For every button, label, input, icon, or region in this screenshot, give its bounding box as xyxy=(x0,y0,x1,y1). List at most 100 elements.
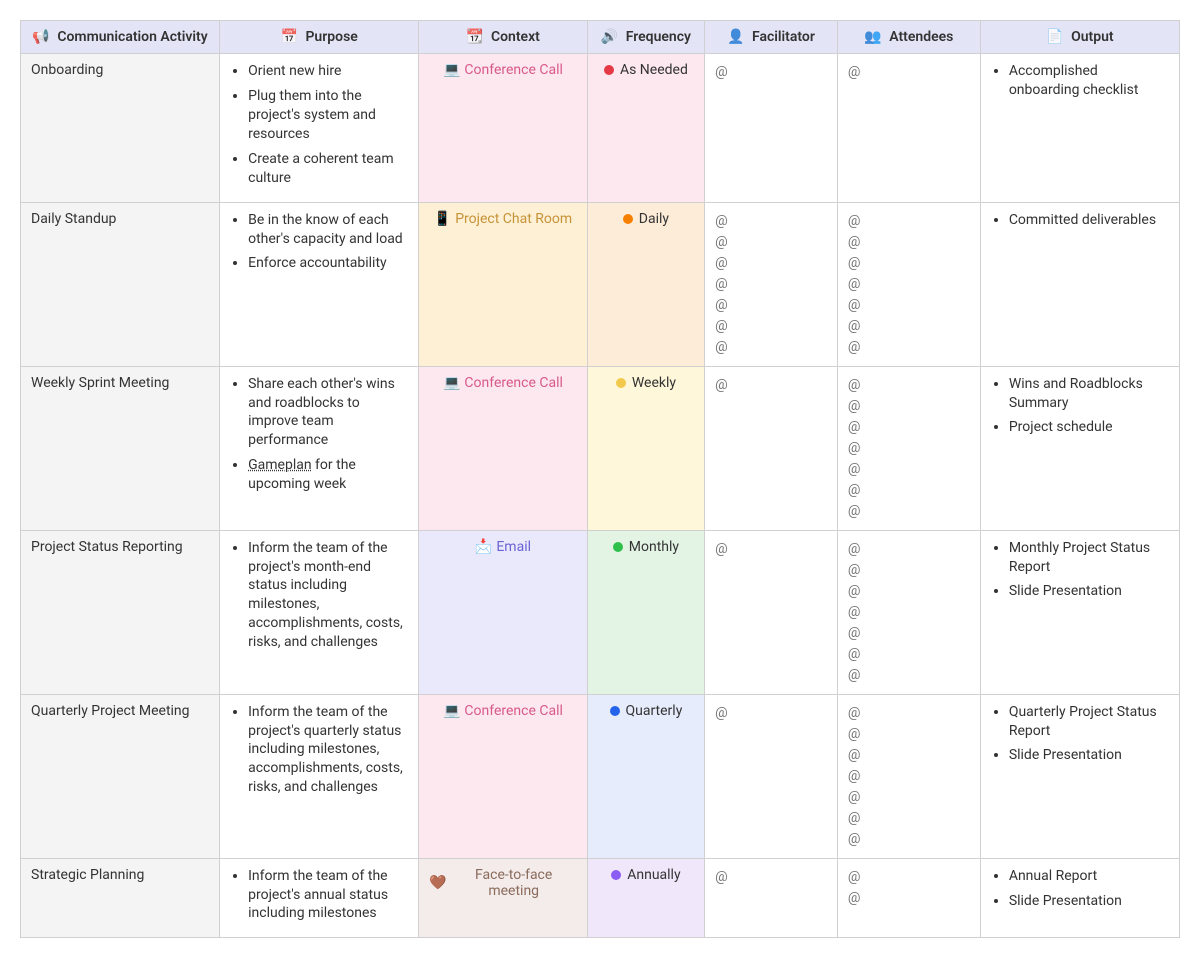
mention-placeholder[interactable]: @ xyxy=(848,808,970,829)
activity-cell[interactable]: Weekly Sprint Meeting xyxy=(21,366,220,530)
output-cell[interactable]: Annual ReportSlide Presentation xyxy=(980,858,1179,938)
mention-placeholder[interactable]: @ xyxy=(848,316,970,337)
mention-placeholder[interactable]: @ xyxy=(848,623,970,644)
mention-placeholder[interactable]: @ xyxy=(848,867,970,888)
table-row: OnboardingOrient new hirePlug them into … xyxy=(21,54,1180,202)
mention-placeholder[interactable]: @ xyxy=(848,766,970,787)
status-dot-icon xyxy=(610,706,620,716)
mention-placeholder[interactable]: @ xyxy=(848,62,970,83)
mention-placeholder[interactable]: @ xyxy=(848,253,970,274)
output-cell[interactable]: Committed deliverables xyxy=(980,202,1179,366)
activity-cell[interactable]: Onboarding xyxy=(21,54,220,202)
mention-placeholder[interactable]: @ xyxy=(715,703,827,724)
mention-placeholder[interactable]: @ xyxy=(848,480,970,501)
mention-placeholder[interactable]: @ xyxy=(848,665,970,686)
context-icon: 💻 xyxy=(443,62,460,78)
purpose-cell[interactable]: Be in the know of each other's capacity … xyxy=(220,202,419,366)
facilitator-cell[interactable]: @ xyxy=(705,366,838,530)
facilitator-cell[interactable]: @@@@@@@ xyxy=(705,202,838,366)
mention-placeholder[interactable]: @ xyxy=(715,539,827,560)
context-cell[interactable]: 💻Conference Call xyxy=(419,366,587,530)
context-cell[interactable]: 💻Conference Call xyxy=(419,694,587,858)
mention-placeholder[interactable]: @ xyxy=(848,459,970,480)
frequency-cell[interactable]: Daily xyxy=(587,202,704,366)
mention-placeholder[interactable]: @ xyxy=(715,232,827,253)
facilitator-cell[interactable]: @ xyxy=(705,530,838,694)
mention-placeholder[interactable]: @ xyxy=(715,375,827,396)
mention-placeholder[interactable]: @ xyxy=(715,337,827,358)
purpose-cell[interactable]: Orient new hirePlug them into the projec… xyxy=(220,54,419,202)
mention-placeholder[interactable]: @ xyxy=(848,375,970,396)
mention-placeholder[interactable]: @ xyxy=(848,274,970,295)
context-icon: 📱 xyxy=(434,211,451,227)
header-output[interactable]: 📄 Output xyxy=(980,21,1179,54)
frequency-cell[interactable]: Weekly xyxy=(587,366,704,530)
mention-placeholder[interactable]: @ xyxy=(715,867,827,888)
mention-placeholder[interactable]: @ xyxy=(848,337,970,358)
mention-placeholder[interactable]: @ xyxy=(848,787,970,808)
purpose-item: Orient new hire xyxy=(248,62,408,81)
mention-placeholder[interactable]: @ xyxy=(848,829,970,850)
mention-placeholder[interactable]: @ xyxy=(848,724,970,745)
mention-placeholder[interactable]: @ xyxy=(848,539,970,560)
attendees-cell[interactable]: @ xyxy=(837,54,980,202)
purpose-cell[interactable]: Share each other's wins and roadblocks t… xyxy=(220,366,419,530)
mention-placeholder[interactable]: @ xyxy=(848,560,970,581)
mention-placeholder[interactable]: @ xyxy=(715,211,827,232)
attendees-cell[interactable]: @@ xyxy=(837,858,980,938)
activity-cell[interactable]: Quarterly Project Meeting xyxy=(21,694,220,858)
mention-placeholder[interactable]: @ xyxy=(848,396,970,417)
context-cell[interactable]: 📩Email xyxy=(419,530,587,694)
mention-placeholder[interactable]: @ xyxy=(848,438,970,459)
output-cell[interactable]: Quarterly Project Status ReportSlide Pre… xyxy=(980,694,1179,858)
context-cell[interactable]: 💻Conference Call xyxy=(419,54,587,202)
header-activity[interactable]: 📢 Communication Activity xyxy=(21,21,220,54)
mention-placeholder[interactable]: @ xyxy=(715,295,827,316)
purpose-cell[interactable]: Inform the team of the project's quarter… xyxy=(220,694,419,858)
mention-placeholder[interactable]: @ xyxy=(848,232,970,253)
output-cell[interactable]: Monthly Project Status ReportSlide Prese… xyxy=(980,530,1179,694)
frequency-cell[interactable]: Monthly xyxy=(587,530,704,694)
status-dot-icon xyxy=(623,214,633,224)
mention-placeholder[interactable]: @ xyxy=(715,253,827,274)
activity-cell[interactable]: Strategic Planning xyxy=(21,858,220,938)
mention-placeholder[interactable]: @ xyxy=(848,888,970,909)
mention-placeholder[interactable]: @ xyxy=(848,581,970,602)
activity-cell[interactable]: Daily Standup xyxy=(21,202,220,366)
context-cell[interactable]: 📱Project Chat Room xyxy=(419,202,587,366)
mention-placeholder[interactable]: @ xyxy=(848,501,970,522)
facilitator-cell[interactable]: @ xyxy=(705,858,838,938)
header-facilitator[interactable]: 👤 Facilitator xyxy=(705,21,838,54)
mention-placeholder[interactable]: @ xyxy=(848,211,970,232)
attendees-cell[interactable]: @@@@@@@ xyxy=(837,530,980,694)
facilitator-cell[interactable]: @ xyxy=(705,694,838,858)
activity-cell[interactable]: Project Status Reporting xyxy=(21,530,220,694)
purpose-cell[interactable]: Inform the team of the project's month-e… xyxy=(220,530,419,694)
header-context[interactable]: 📆 Context xyxy=(419,21,587,54)
mention-placeholder[interactable]: @ xyxy=(715,62,827,83)
table-row: Daily StandupBe in the know of each othe… xyxy=(21,202,1180,366)
mention-placeholder[interactable]: @ xyxy=(848,644,970,665)
header-frequency[interactable]: 🔊 Frequency xyxy=(587,21,704,54)
attendees-cell[interactable]: @@@@@@@ xyxy=(837,694,980,858)
purpose-cell[interactable]: Inform the team of the project's annual … xyxy=(220,858,419,938)
mention-placeholder[interactable]: @ xyxy=(848,745,970,766)
mention-placeholder[interactable]: @ xyxy=(715,316,827,337)
mention-placeholder[interactable]: @ xyxy=(715,274,827,295)
attendees-cell[interactable]: @@@@@@@ xyxy=(837,366,980,530)
mention-placeholder[interactable]: @ xyxy=(848,417,970,438)
mention-placeholder[interactable]: @ xyxy=(848,703,970,724)
facilitator-cell[interactable]: @ xyxy=(705,54,838,202)
frequency-cell[interactable]: As Needed xyxy=(587,54,704,202)
header-attendees[interactable]: 👥 Attendees xyxy=(837,21,980,54)
output-cell[interactable]: Wins and Roadblocks SummaryProject sched… xyxy=(980,366,1179,530)
output-cell[interactable]: Accomplished onboarding checklist xyxy=(980,54,1179,202)
frequency-cell[interactable]: Annually xyxy=(587,858,704,938)
purpose-item: Create a coherent team culture xyxy=(248,150,408,188)
attendees-cell[interactable]: @@@@@@@ xyxy=(837,202,980,366)
frequency-cell[interactable]: Quarterly xyxy=(587,694,704,858)
mention-placeholder[interactable]: @ xyxy=(848,295,970,316)
mention-placeholder[interactable]: @ xyxy=(848,602,970,623)
header-purpose[interactable]: 📅 Purpose xyxy=(220,21,419,54)
context-cell[interactable]: 🤎Face-to-face meeting xyxy=(419,858,587,938)
